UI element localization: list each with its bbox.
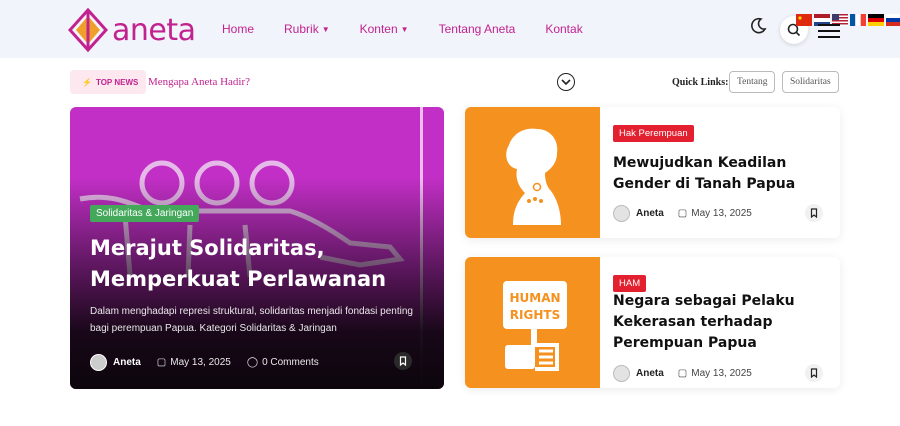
quick-link-tentang[interactable]: Tentang [729, 71, 776, 93]
chevron-down-icon: ▼ [400, 24, 409, 34]
menu-icon-line [818, 36, 840, 38]
menu-icon-line [818, 30, 840, 32]
calendar-icon: ▢ [677, 207, 688, 219]
flag-russia-icon[interactable] [886, 14, 900, 26]
bookmark-icon [399, 356, 407, 366]
woman-silhouette-icon [506, 128, 561, 225]
human-rights-sign-icon: HUMAN RIGHTS [503, 281, 567, 371]
hero-author[interactable]: Aneta [113, 357, 141, 368]
nav-tentang-aneta[interactable]: Tentang Aneta [439, 22, 516, 36]
avatar [90, 353, 107, 371]
card-meta: Aneta ▢ May 13, 2025 [613, 364, 823, 382]
post-card-keadilan[interactable]: Hak Perempuan Mewujudkan Keadilan Gender… [465, 107, 840, 238]
top-news-label: TOP NEWS [95, 77, 139, 87]
sign-text-line-1: HUMAN [509, 291, 560, 305]
nav-kontak[interactable]: Kontak [545, 22, 582, 36]
bookmark-button[interactable] [805, 364, 823, 382]
comment-icon: ◯ [246, 356, 259, 368]
hero-description: Dalam menghadapi represi struktural, sol… [90, 306, 413, 334]
language-flags [796, 14, 900, 26]
menu-button[interactable] [818, 24, 840, 42]
post-card-negara[interactable]: HUMAN RIGHTS HAM Negara sebagai Pelaku K… [465, 257, 840, 388]
bookmark-button[interactable] [394, 352, 412, 370]
hero-comments[interactable]: 0 Comments [262, 357, 319, 368]
nav-home[interactable]: Home [222, 22, 254, 36]
hero-date: May 13, 2025 [170, 356, 231, 368]
nav-rubrik[interactable]: Rubrik ▼ [284, 22, 330, 36]
nav-konten[interactable]: Konten ▼ [360, 22, 409, 36]
news-ticker: ⚡ TOP NEWS Mengapa Aneta Hadir? Quick Li… [70, 70, 840, 96]
hero-post[interactable]: Solidaritas & Jaringan Merajut Solidarit… [70, 107, 444, 389]
card-category-tag[interactable]: HAM [613, 275, 647, 292]
chevron-down-icon [561, 79, 571, 86]
ticker-headline-link[interactable]: Mengapa Aneta Hadir? [148, 76, 250, 88]
bookmark-icon [810, 208, 818, 218]
card-author[interactable]: Aneta [636, 368, 664, 379]
flag-china-icon[interactable] [796, 14, 812, 26]
main-nav: Home Rubrik ▼ Konten ▼ Tentang Aneta Konta… [222, 22, 613, 36]
flag-germany-icon[interactable] [868, 14, 884, 26]
chevron-down-icon: ▼ [321, 24, 330, 34]
quick-link-solidaritas[interactable]: Solidaritas [782, 71, 839, 93]
card-image[interactable]: HUMAN RIGHTS [465, 257, 600, 388]
calendar-icon: ▢ [156, 356, 167, 368]
logo-text: aneta [112, 12, 196, 48]
dark-mode-toggle[interactable] [748, 16, 768, 36]
card-title[interactable]: Mewujudkan Keadilan Gender di Tanah Papu… [613, 153, 828, 195]
quick-links-label: Quick Links: [672, 77, 729, 88]
nav-tentang-label: Tentang Aneta [438, 22, 516, 36]
hero-meta: Aneta ▢ May 13, 2025 ◯ 0 Comments [90, 352, 412, 372]
nav-home-label: Home [222, 22, 255, 36]
card-category-tag[interactable]: Hak Perempuan [613, 125, 694, 142]
avatar [613, 204, 630, 222]
hero-category-tag[interactable]: Solidaritas & Jaringan [90, 205, 200, 222]
bookmark-button[interactable] [805, 204, 823, 222]
sign-text-line-2: RIGHTS [510, 308, 560, 322]
bookmark-icon [810, 368, 818, 378]
avatar [613, 364, 630, 382]
card-meta: Aneta ▢ May 13, 2025 [613, 204, 823, 222]
nav-kontak-label: Kontak [545, 22, 583, 36]
hero-title[interactable]: Merajut Solidaritas, Memperkuat Perlawan… [90, 233, 430, 295]
lightning-icon: ⚡ [82, 77, 92, 87]
menu-icon [818, 24, 840, 26]
moon-icon [751, 17, 767, 34]
calendar-icon: ▢ [677, 367, 688, 379]
ticker-toggle-button[interactable] [557, 73, 575, 91]
site-header: aneta Home Rubrik ▼ Konten ▼ Tentang Aneta… [0, 0, 900, 58]
nav-rubrik-label: Rubrik [284, 22, 319, 36]
top-news-badge: ⚡ TOP NEWS [70, 70, 147, 94]
card-image[interactable] [465, 107, 600, 238]
flag-france-icon[interactable] [850, 14, 866, 26]
logo-diamond-icon [68, 8, 108, 52]
card-author[interactable]: Aneta [636, 208, 664, 219]
site-logo[interactable]: aneta [68, 8, 196, 52]
card-date: May 13, 2025 [691, 367, 752, 379]
card-date: May 13, 2025 [691, 207, 752, 219]
nav-konten-label: Konten [359, 22, 398, 36]
card-title[interactable]: Negara sebagai Pelaku Kekerasan terhadap… [613, 291, 828, 354]
